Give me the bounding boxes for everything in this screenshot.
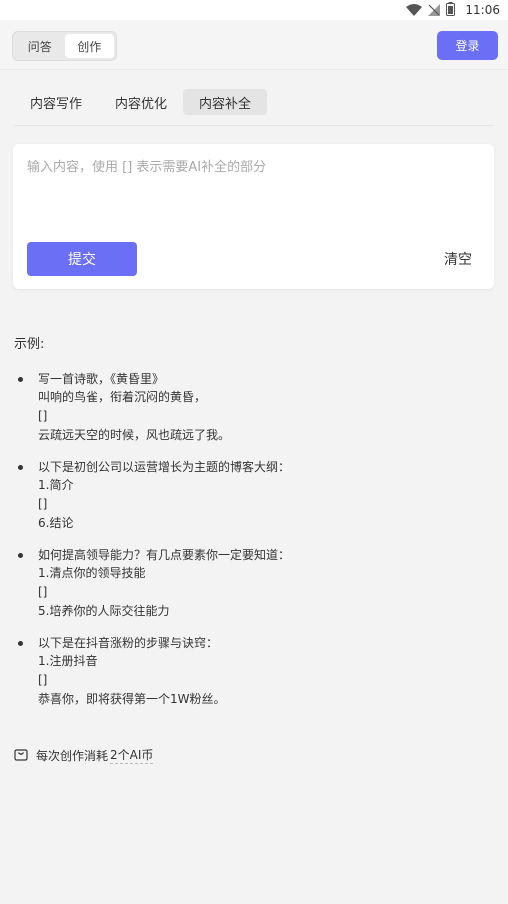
- login-button[interactable]: 登录: [437, 31, 498, 60]
- example-line: []: [38, 673, 48, 687]
- tab-content-complete[interactable]: 内容补全: [183, 89, 267, 115]
- example-line: 6.结论: [38, 516, 74, 530]
- cost-value: 2个AI币: [110, 748, 154, 764]
- status-time: 11:06: [465, 3, 500, 17]
- example-line: 1.简介: [38, 478, 74, 492]
- wifi-icon: [406, 1, 423, 20]
- example-line: 以下是在抖音涨粉的步骤与诀窍：: [38, 636, 219, 650]
- content-input[interactable]: [27, 156, 477, 236]
- sub-tabs: 内容写作 内容优化 内容补全: [14, 88, 494, 126]
- bullet: [18, 465, 23, 470]
- cost-prefix: 每次创作消耗: [36, 748, 109, 763]
- mode-switch: 问答 创作: [12, 31, 117, 61]
- example-item: 以下是在抖音涨粉的步骤与诀窍： 1.注册抖音 [] 恭喜你，即将获得第一个1W粉…: [14, 634, 484, 710]
- status-bar: 11:06: [0, 0, 508, 20]
- cost-note: 每次创作消耗 2个AI币: [14, 745, 154, 765]
- example-item: 写一首诗歌，《黄昏里》 叫响的鸟雀，衔着沉闷的黄昏， [] 云疏远天空的时候，风…: [14, 370, 484, 446]
- example-line: 恭喜你，即将获得第一个1W粉丝。: [38, 692, 226, 706]
- example-line: 写一首诗歌，《黄昏里》: [38, 372, 165, 386]
- header: 问答 创作 登录: [0, 20, 508, 70]
- battery-icon: [446, 1, 456, 20]
- example-line: 1.注册抖音: [38, 654, 98, 668]
- tab-content-writing[interactable]: 内容写作: [18, 89, 94, 115]
- example-line: 叫响的鸟雀，衔着沉闷的黄昏，: [38, 390, 207, 404]
- example-line: []: [38, 409, 48, 423]
- example-line: 以下是初创公司以运营增长为主题的博客大纲：: [38, 460, 291, 474]
- example-line: []: [38, 585, 48, 599]
- example-item: 如何提高领导能力？有几点要素你一定要知道： 1.清点你的领导技能 [] 5.培养…: [14, 546, 484, 622]
- no-signal-icon: [428, 1, 441, 20]
- status-icons: 11:06: [406, 1, 500, 20]
- example-line: 1.清点你的领导技能: [38, 566, 146, 580]
- tab-content-optimize[interactable]: 内容优化: [103, 89, 179, 115]
- bullet: [18, 641, 23, 646]
- bullet: [18, 377, 23, 382]
- example-line: 云疏远天空的时候，风也疏远了我。: [38, 428, 231, 442]
- tab-qa[interactable]: 问答: [15, 34, 65, 58]
- examples-title: 示例:: [14, 337, 45, 352]
- example-line: []: [38, 497, 48, 511]
- bullet: [18, 553, 23, 558]
- submit-button[interactable]: 提交: [27, 242, 137, 276]
- editor-card: 提交 清空: [13, 144, 494, 289]
- shopping-bag-icon: [14, 747, 28, 764]
- example-line: 如何提高领导能力？有几点要素你一定要知道：: [38, 548, 291, 562]
- tab-create[interactable]: 创作: [64, 34, 114, 58]
- clear-button[interactable]: 清空: [444, 248, 472, 270]
- example-line: 5.培养你的人际交往能力: [38, 604, 170, 618]
- example-item: 以下是初创公司以运营增长为主题的博客大纲： 1.简介 [] 6.结论: [14, 458, 484, 534]
